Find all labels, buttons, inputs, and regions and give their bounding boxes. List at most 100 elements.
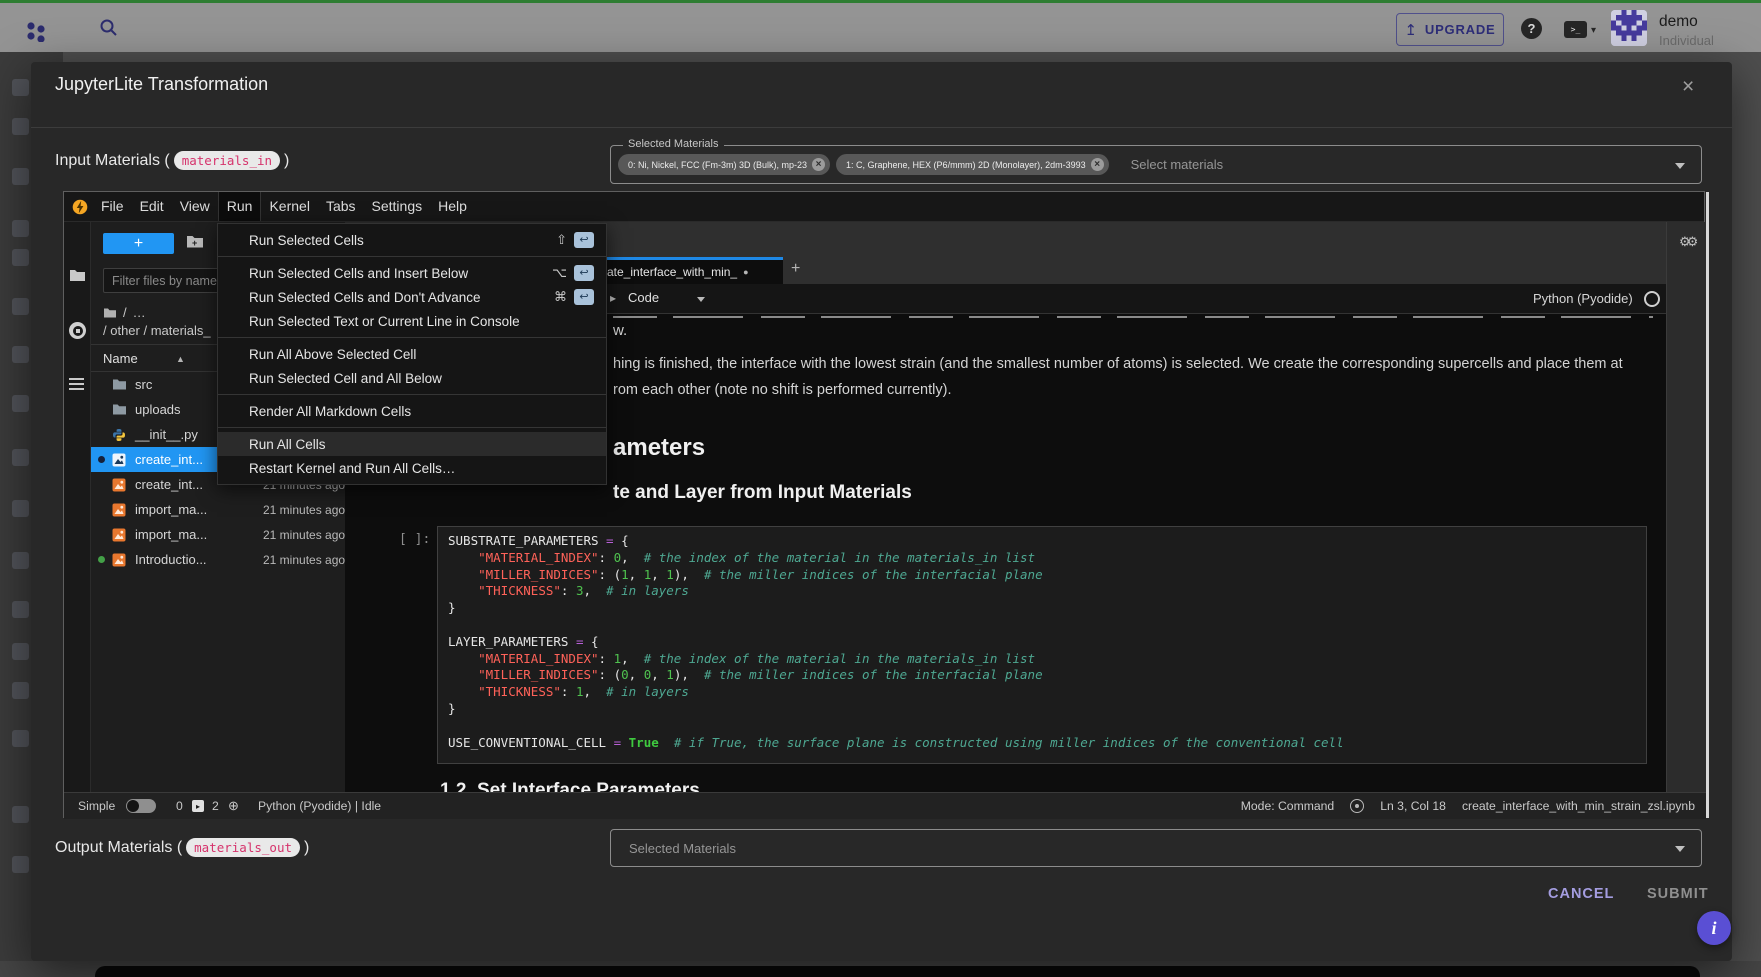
output-materials-text: Output Materials ( (55, 839, 182, 857)
menu-item-run-all-above-selected-cell[interactable]: Run All Above Selected Cell (218, 342, 606, 366)
table-of-contents-icon[interactable] (69, 378, 84, 390)
kernel-sessions-icon[interactable]: ▸ (192, 800, 204, 812)
file-row[interactable]: Introductio...21 minutes ago (91, 547, 345, 572)
material-chip-label: 0: Ni, Nickel, FCC (Fm-3m) 3D (Bulk), mp… (628, 160, 807, 170)
kernel-status-icon[interactable] (1644, 291, 1660, 307)
output-materials-select[interactable]: Selected Materials (610, 829, 1702, 867)
new-tab-button[interactable]: + (791, 260, 800, 278)
user-plan: Individual (1659, 33, 1714, 48)
app-topbar: ↥ UPGRADE ? >_ ▾ demo Individual (0, 3, 1761, 52)
code-cell-editor[interactable]: SUBSTRATE_PARAMETERS = { "MATERIAL_INDEX… (437, 526, 1647, 764)
menu-item-run-selected-cells-and-don-t-advance[interactable]: Run Selected Cells and Don't Advance⌘↩ (218, 285, 606, 309)
enter-key-icon: ↩ (574, 289, 594, 305)
cell-type-caret-icon[interactable] (697, 297, 705, 302)
search-icon[interactable] (99, 18, 119, 38)
menu-item-run-selected-cell-and-all-below[interactable]: Run Selected Cell and All Below (218, 366, 606, 390)
right-sidebar: ⚙⚙ (1666, 222, 1706, 792)
menu-item-run-selected-cells[interactable]: Run Selected Cells⇧↩ (218, 228, 606, 252)
web-icon[interactable]: ⊕ (228, 798, 239, 814)
submit-button[interactable]: SUBMIT (1647, 886, 1709, 902)
breadcrumb[interactable]: / … (103, 305, 146, 320)
user-name[interactable]: demo (1659, 13, 1698, 31)
enter-key-icon: ↩ (574, 265, 594, 281)
new-folder-icon[interactable]: + (186, 234, 204, 249)
dimmed-sidebar-icon (12, 682, 29, 699)
menu-item-run-selected-cells-and-insert-below[interactable]: Run Selected Cells and Insert Below⌥↩ (218, 261, 606, 285)
selected-materials-legend: Selected Materials (623, 138, 724, 150)
cancel-button[interactable]: CANCEL (1548, 886, 1614, 902)
jupyterlite-logo-icon (72, 199, 88, 215)
terminals-count[interactable]: 0 (176, 799, 183, 813)
menubar-item-view[interactable]: View (172, 192, 218, 221)
help-icon[interactable]: ? (1521, 18, 1542, 39)
input-materials-text: Input Materials ( (55, 152, 170, 170)
material-chip[interactable]: 0: Ni, Nickel, FCC (Fm-3m) 3D (Bulk), mp… (618, 154, 830, 175)
remove-chip-icon[interactable]: × (1091, 158, 1104, 171)
code-line: "MATERIAL_INDEX": 1, # the index of the … (448, 651, 1035, 668)
cell-type-dropdown[interactable]: Code (628, 290, 659, 305)
info-floating-button[interactable]: i (1697, 911, 1731, 945)
dimmed-sidebar-icon (12, 730, 29, 747)
menubar-item-edit[interactable]: Edit (132, 192, 172, 221)
file-status-dot (98, 456, 105, 463)
modifier-key-icon: ⇧ (556, 232, 567, 248)
menubar-item-settings[interactable]: Settings (364, 192, 431, 221)
kernel-name[interactable]: Python (Pyodide) (1533, 291, 1633, 306)
output-select-placeholder: Selected Materials (629, 841, 736, 856)
menubar-item-kernel[interactable]: Kernel (261, 192, 317, 221)
chevron-down-icon[interactable] (1675, 846, 1685, 852)
folder-icon (112, 378, 127, 392)
file-row[interactable]: import_ma...21 minutes ago (91, 522, 345, 547)
name-column-header[interactable]: Name (103, 351, 138, 366)
menu-item-label: Run Selected Cells (249, 233, 364, 248)
console-icon[interactable]: >_ (1564, 21, 1587, 38)
kernel-status-label[interactable]: Python (Pyodide) | Idle (258, 799, 381, 813)
breadcrumb-path[interactable]: / other / materials_ (103, 323, 211, 338)
simple-mode-toggle[interactable] (126, 799, 156, 813)
select-materials-placeholder: Select materials (1131, 157, 1223, 172)
console-caret-icon[interactable]: ▾ (1591, 25, 1596, 36)
input-materials-label: Input Materials ( materials_in ) (55, 151, 289, 170)
avatar[interactable] (1611, 10, 1647, 46)
property-inspector-icon[interactable]: ⚙⚙ (1679, 234, 1694, 250)
menu-item-label: Run Selected Cells and Insert Below (249, 266, 468, 281)
chevron-down-icon[interactable] (1675, 163, 1685, 169)
menu-item-run-all-cells[interactable]: Run All Cells (218, 432, 606, 456)
selected-materials-select[interactable]: Selected Materials 0: Ni, Nickel, FCC (F… (610, 145, 1702, 184)
material-chip[interactable]: 1: C, Graphene, HEX (P6/mmm) 2D (Monolay… (836, 154, 1109, 175)
close-icon[interactable]: × (1682, 76, 1694, 97)
modal-scrollbar[interactable] (1706, 192, 1709, 818)
kernels-count[interactable]: 2 (212, 799, 219, 813)
menubar-item-help[interactable]: Help (430, 192, 475, 221)
modifier-key-icon: ⌘ (554, 289, 567, 305)
folder-icon (112, 403, 127, 417)
run-cell-icon[interactable]: ▸ (610, 291, 616, 305)
new-launcher-button[interactable]: + (103, 233, 174, 254)
menubar-item-file[interactable]: File (93, 192, 132, 221)
notifications-icon[interactable] (1350, 799, 1364, 813)
file-row[interactable]: import_ma...21 minutes ago (91, 497, 345, 522)
notebook-tab-title: ate_interface_with_min_ (607, 265, 737, 279)
menubar-item-run[interactable]: Run (218, 192, 262, 221)
file-name: uploads (135, 402, 181, 417)
remove-chip-icon[interactable]: × (812, 158, 825, 171)
file-browser-icon[interactable] (69, 268, 86, 283)
dimmed-sidebar-icon (12, 298, 29, 315)
dimmed-sidebar-icon (12, 601, 29, 618)
menu-item-restart-kernel-and-run-all-cells-[interactable]: Restart Kernel and Run All Cells… (218, 456, 606, 480)
upgrade-button[interactable]: ↥ UPGRADE (1396, 13, 1504, 46)
running-sessions-icon[interactable] (69, 322, 86, 339)
menu-separator (218, 427, 606, 428)
brand-logo-icon[interactable] (25, 20, 47, 42)
markdown-fragment: w. (613, 322, 627, 339)
menu-item-run-selected-text-or-current-line-in-console[interactable]: Run Selected Text or Current Line in Con… (218, 309, 606, 333)
menubar-item-tabs[interactable]: Tabs (318, 192, 364, 221)
menu-item-render-all-markdown-cells[interactable]: Render All Markdown Cells (218, 399, 606, 423)
cursor-position[interactable]: Ln 3, Col 18 (1380, 799, 1446, 813)
home-folder-icon[interactable] (103, 307, 117, 319)
mode-indicator[interactable]: Mode: Command (1241, 799, 1334, 813)
file-status-dot (98, 556, 105, 563)
sort-ascending-icon[interactable]: ▲ (176, 354, 185, 364)
section-heading-clipped: ameters (613, 434, 705, 462)
breadcrumb-ellipsis[interactable]: … (133, 305, 146, 320)
